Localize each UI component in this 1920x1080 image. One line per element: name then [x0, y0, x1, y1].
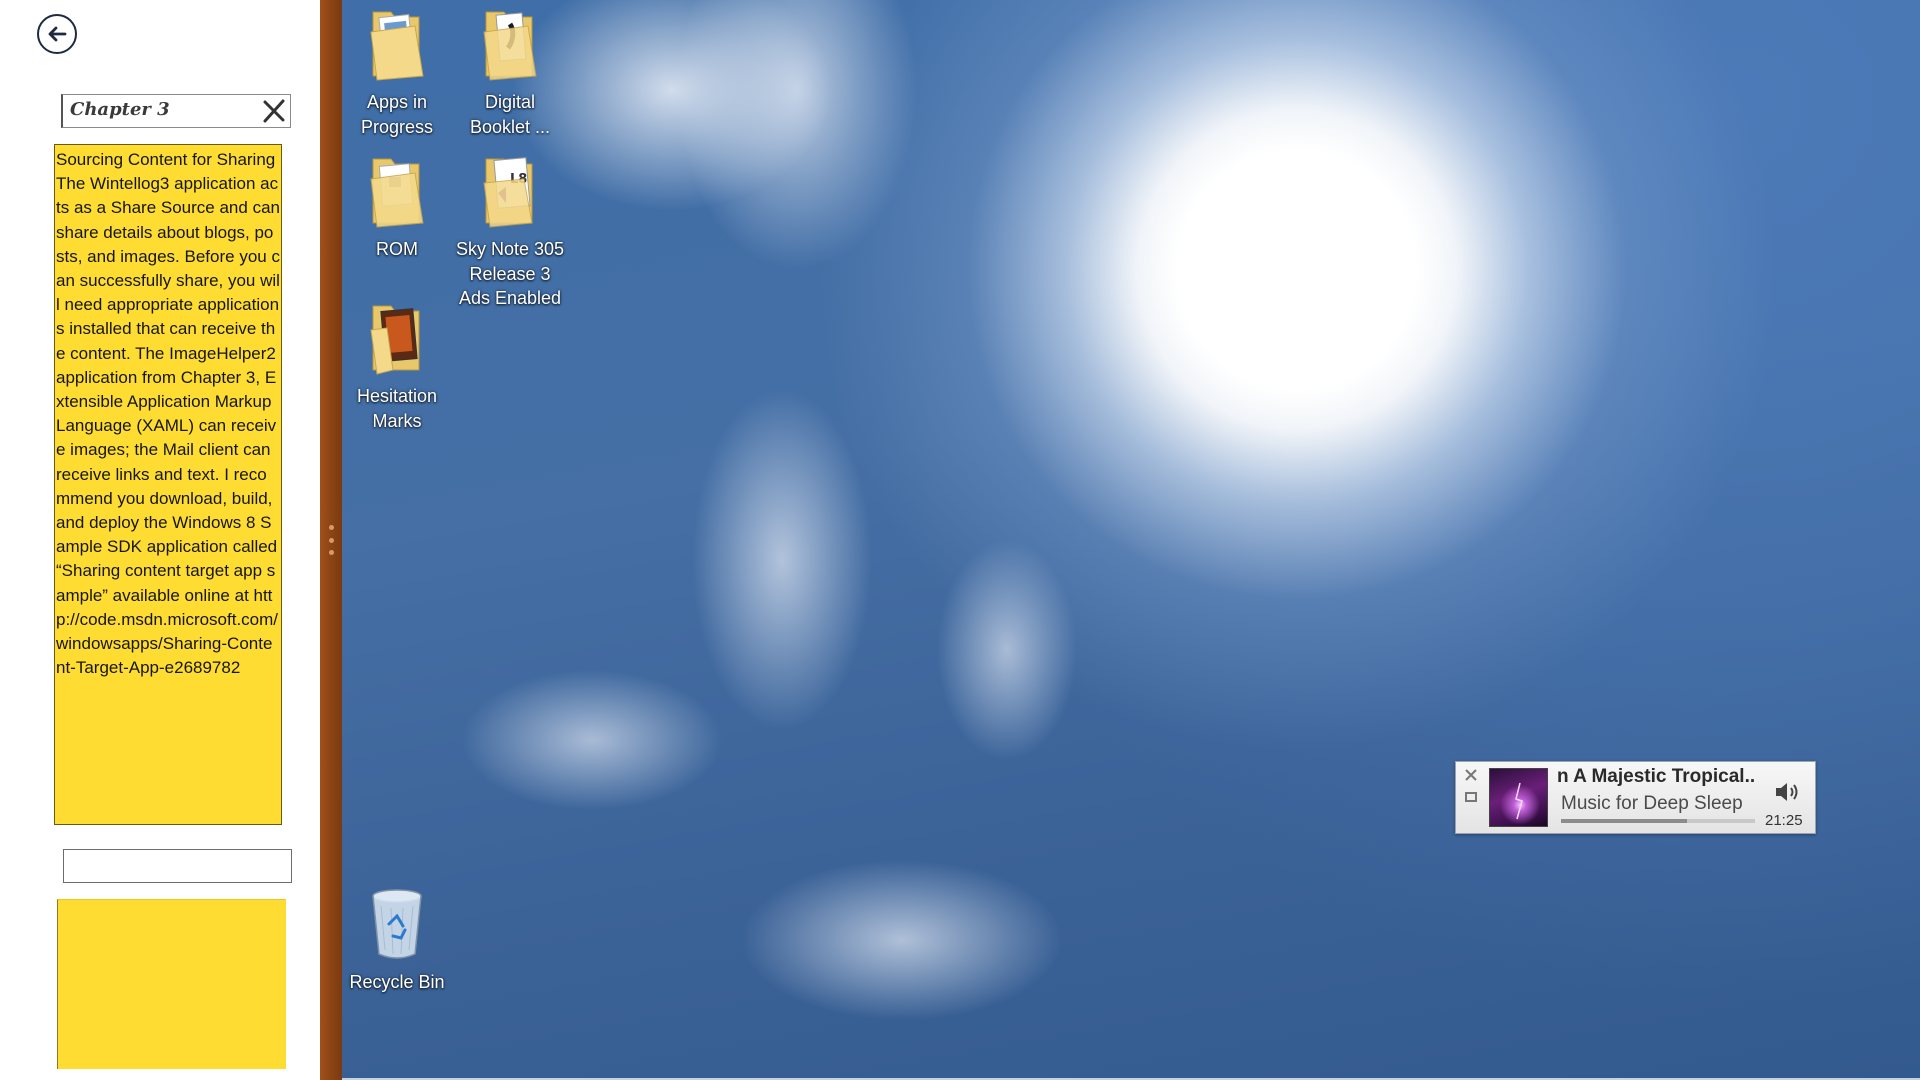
- track-title: n A Majestic Tropical..: [1557, 766, 1756, 787]
- folder-icon: [370, 11, 424, 81]
- desktop-icon-label: Hesitation Marks: [356, 386, 438, 431]
- content-title: Sourcing Content for Sharing: [56, 150, 276, 169]
- desktop-icon-label: Digital Booklet ...: [469, 92, 551, 137]
- desktop-icon-digital-booklet[interactable]: Digital Booklet ...: [455, 6, 565, 139]
- desktop: Apps in Progress Digital Booklet ... ROM…: [342, 0, 1920, 1080]
- desktop-icon-rom[interactable]: ROM: [342, 153, 452, 262]
- desktop-icon-recycle-bin[interactable]: Recycle Bin: [342, 886, 452, 995]
- desktop-icon-label: Apps in Progress: [360, 92, 434, 137]
- progress-bar-fill: [1561, 819, 1688, 823]
- content-card[interactable]: Sourcing Content for Sharing The Wintell…: [54, 144, 282, 825]
- volume-icon[interactable]: [1773, 779, 1803, 805]
- clear-search-icon[interactable]: [260, 97, 288, 125]
- lightning-icon: [1515, 782, 1523, 820]
- album-title: Music for Deep Sleep: [1561, 793, 1743, 814]
- recycle-bin-icon: [372, 889, 422, 959]
- snapped-app-panel: Chapter 3 Sourcing Content for Sharing T…: [0, 0, 320, 1080]
- split-grip-handle[interactable]: [328, 525, 334, 555]
- folder-icon: [483, 11, 537, 81]
- desktop-icon-label: Recycle Bin: [349, 972, 445, 992]
- desktop-icon-label: Sky Note 305 Release 3 Ads Enabled: [455, 239, 565, 308]
- close-icon[interactable]: [1464, 768, 1478, 782]
- split-divider[interactable]: [320, 0, 342, 1080]
- desktop-icon-label: ROM: [376, 239, 418, 259]
- track-time: 21:25: [1765, 812, 1803, 829]
- folder-icon: [370, 305, 420, 375]
- folder-icon: [370, 158, 424, 228]
- desktop-icon-sky-note[interactable]: L8 Sky Note 305 Release 3 Ads Enabled: [455, 153, 565, 311]
- back-arrow-icon: [48, 26, 67, 42]
- restore-icon[interactable]: [1464, 790, 1478, 804]
- progress-bar[interactable]: [1561, 819, 1755, 823]
- folder-icon: L8: [483, 157, 533, 228]
- content-body: The Wintellog3 application acts as a Sha…: [56, 174, 280, 678]
- back-button[interactable]: [37, 14, 77, 54]
- note-card[interactable]: [57, 899, 286, 1069]
- search-input-value[interactable]: Chapter 3: [70, 99, 170, 120]
- desktop-icon-hesitation-marks[interactable]: Hesitation Marks: [342, 300, 452, 433]
- desktop-icon-apps-in-progress[interactable]: Apps in Progress: [342, 6, 452, 139]
- search-box[interactable]: Chapter 3: [61, 94, 291, 128]
- note-input[interactable]: [63, 849, 292, 883]
- media-player-mini[interactable]: n A Majestic Tropical.. Music for Deep S…: [1455, 761, 1816, 834]
- album-art: [1489, 768, 1548, 827]
